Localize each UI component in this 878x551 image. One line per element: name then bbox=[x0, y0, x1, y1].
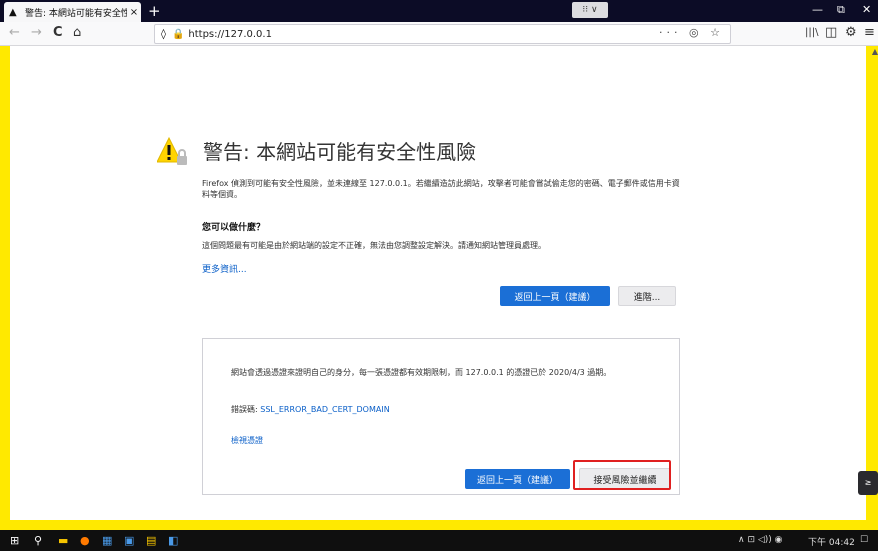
scroll-up-icon[interactable]: ▲ bbox=[872, 47, 878, 56]
forward-button[interactable]: → bbox=[31, 25, 42, 40]
error-code-link[interactable]: SSL_ERROR_BAD_CERT_DOMAIN bbox=[260, 405, 389, 414]
highlight-box bbox=[573, 460, 671, 490]
nav-bar: ← → C ⌂ ◊ 🔒 https://127.0.0.1 ··· ◎ ☆ ||… bbox=[0, 22, 878, 46]
close-window-button[interactable]: ✕ bbox=[862, 3, 871, 16]
warning-page: 警告: 本網站可能有安全性風險 Firefox 偵測到可能有安全性風險，並未連線… bbox=[10, 46, 878, 520]
menu-button[interactable]: ≡ bbox=[864, 25, 875, 40]
cert-expired-text: 網站會透過憑證來證明自己的身分，每一張憑證都有效期限制，而 127.0.0.1 … bbox=[231, 368, 612, 377]
tray-icons[interactable]: ∧ ⊡ ◁)) ◉ bbox=[738, 535, 783, 545]
error-code-line: 錯誤碼: SSL_ERROR_BAD_CERT_DOMAIN bbox=[231, 404, 390, 415]
reload-button[interactable]: C bbox=[53, 25, 63, 40]
content-area: 警告: 本網站可能有安全性風險 Firefox 偵測到可能有安全性風險，並未連線… bbox=[0, 46, 878, 530]
search-icon[interactable]: ⚲ bbox=[34, 534, 42, 547]
tab-active[interactable]: ▲ 警告: 本網站可能有安全性風險 × bbox=[4, 2, 141, 22]
go-back-button-2[interactable]: 返回上一頁（建議） bbox=[465, 469, 570, 489]
maximize-button[interactable]: ⧉ bbox=[837, 3, 845, 17]
notification-icon[interactable]: ☐ bbox=[860, 535, 868, 545]
warning-icon bbox=[157, 136, 187, 165]
drag-handle[interactable]: ⁝⁝ ∨ bbox=[572, 2, 608, 18]
insecure-lock-icon[interactable]: 🔒 bbox=[172, 29, 184, 40]
learn-more-link[interactable]: 更多資訊... bbox=[202, 262, 247, 275]
tab-close-button[interactable]: × bbox=[127, 7, 141, 18]
error-code-label: 錯誤碼: bbox=[231, 405, 261, 414]
go-back-button[interactable]: 返回上一頁（建議） bbox=[500, 286, 610, 306]
firefox-icon[interactable]: ● bbox=[80, 534, 90, 547]
url-bar[interactable]: ◊ 🔒 https://127.0.0.1 ··· ◎ ☆ bbox=[154, 24, 731, 44]
taskbar: ⊞ ⚲ ▬ ● ▦ ▣ ▤ ◧ ∧ ⊡ ◁)) ◉ 下午 04:42 ☐ bbox=[0, 530, 878, 551]
app-icon[interactable]: ▣ bbox=[124, 534, 134, 547]
sidebar-button[interactable]: ◫ bbox=[825, 25, 837, 40]
start-button[interactable]: ⊞ bbox=[10, 534, 19, 547]
library-button[interactable]: |||\ bbox=[805, 27, 818, 38]
app-icon[interactable]: ▦ bbox=[102, 534, 112, 547]
file-explorer-icon[interactable]: ▬ bbox=[58, 534, 68, 547]
warning-icon: ▲ bbox=[9, 6, 17, 18]
advanced-button[interactable]: 進階... bbox=[618, 286, 676, 306]
clock[interactable]: 下午 04:42 bbox=[808, 535, 855, 548]
what-heading: 您可以做什麼？ bbox=[202, 223, 266, 233]
page-actions[interactable]: ··· ◎ ☆ bbox=[659, 26, 724, 39]
side-widget[interactable]: ≥ bbox=[858, 471, 878, 495]
what-text: 這個問題最有可能是由於網站端的設定不正確，無法由您調整設定解決。請通知網站管理員… bbox=[202, 241, 546, 250]
shield-icon[interactable]: ◊ bbox=[161, 29, 166, 40]
extension-icon[interactable]: ⚙ bbox=[845, 25, 857, 40]
minimize-button[interactable]: — bbox=[812, 3, 823, 16]
tab-title: 警告: 本網站可能有安全性風險 bbox=[25, 8, 127, 19]
url-text[interactable]: https://127.0.0.1 bbox=[188, 29, 272, 40]
app-icon[interactable]: ◧ bbox=[168, 534, 178, 547]
home-button[interactable]: ⌂ bbox=[73, 25, 81, 40]
notepad-icon[interactable]: ▤ bbox=[146, 534, 156, 547]
warning-description: Firefox 偵測到可能有安全性風險，並未連線至 127.0.0.1。若繼續造… bbox=[202, 179, 680, 199]
view-certificate-link[interactable]: 檢視憑證 bbox=[231, 435, 263, 446]
back-button[interactable]: ← bbox=[9, 25, 20, 40]
new-tab-button[interactable]: + bbox=[148, 2, 161, 20]
page-title: 警告: 本網站可能有安全性風險 bbox=[203, 140, 477, 164]
title-bar: ▲ 警告: 本網站可能有安全性風險 × + ⁝⁝ ∨ — ⧉ ✕ bbox=[0, 0, 878, 22]
